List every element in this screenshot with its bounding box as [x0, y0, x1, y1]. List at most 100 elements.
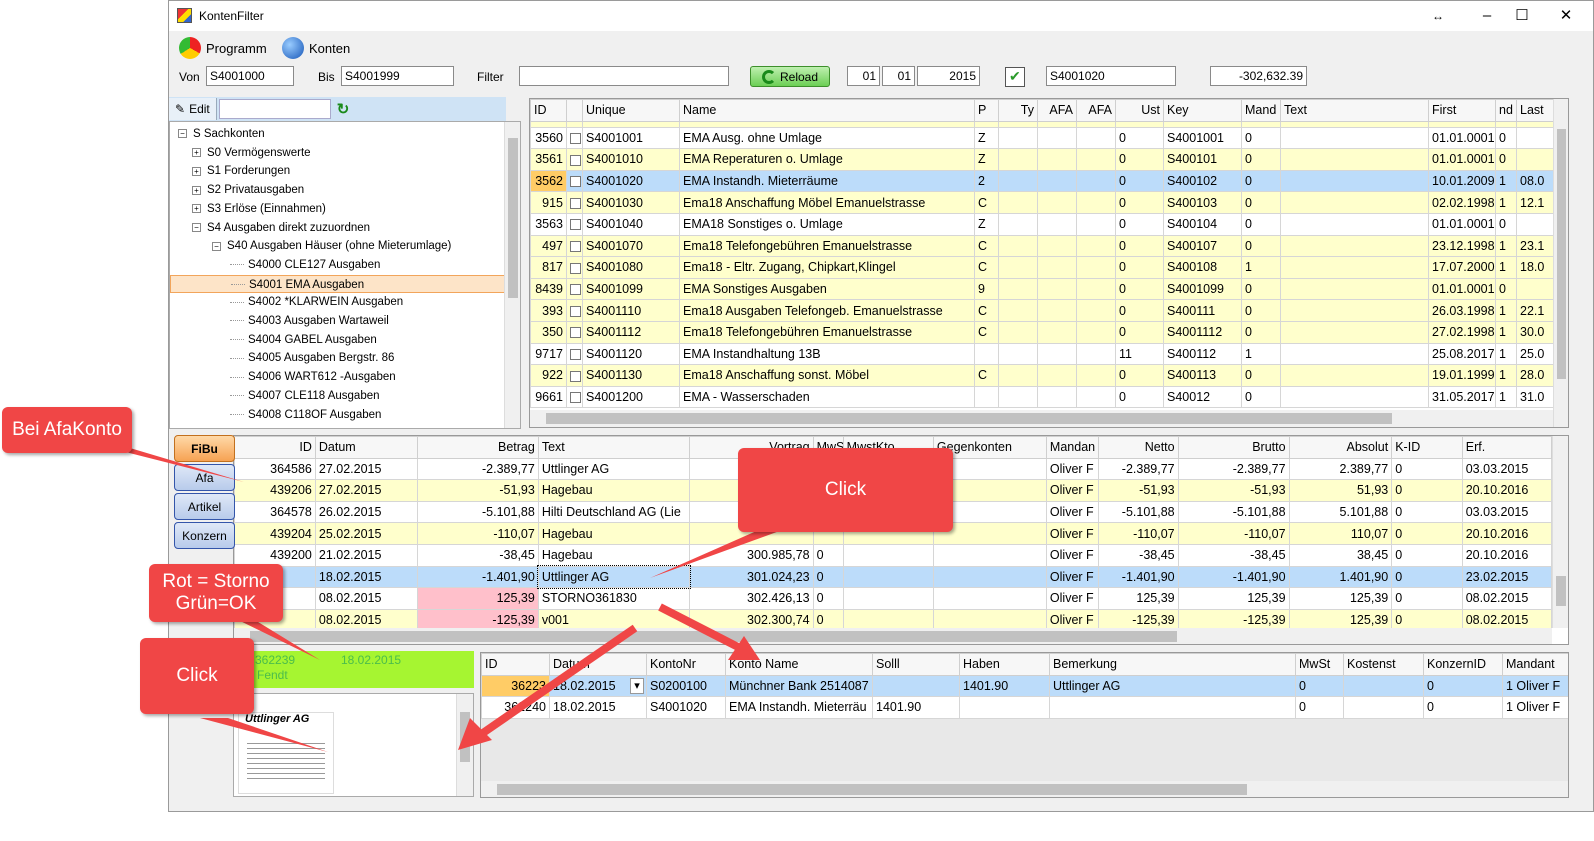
table-cell[interactable]	[1076, 234, 1116, 258]
resize-icon[interactable]: ↔	[1426, 6, 1450, 26]
table-cell[interactable]: S4001001	[582, 126, 680, 150]
table-cell[interactable]: 0	[1115, 385, 1164, 409]
table-cell[interactable]: 5.101,88	[1288, 500, 1393, 524]
table-cell[interactable]: 3563	[530, 212, 567, 236]
day-input[interactable]: 01	[847, 66, 880, 86]
table-cell[interactable]	[932, 587, 1047, 610]
table-cell[interactable]: 20.10.2016	[1461, 479, 1553, 502]
table-cell[interactable]	[1280, 364, 1429, 387]
table-cell[interactable]	[1076, 385, 1116, 409]
table-cell[interactable]: 30.0	[1516, 320, 1554, 344]
table-cell[interactable]: 9	[974, 277, 999, 301]
row-checkbox[interactable]	[570, 305, 581, 317]
table-cell[interactable]: 393	[530, 299, 567, 322]
table-row[interactable]: 3560 S4001001 EMA Ausg. ohne Umlage Z 0 S4001…	[530, 126, 1554, 150]
table-cell[interactable]: 1	[1495, 299, 1517, 322]
collapse-icon[interactable]: −	[192, 222, 201, 232]
table-cell[interactable]: 1	[1241, 256, 1281, 279]
table-cell[interactable]: S4001010	[582, 148, 680, 171]
table-cell[interactable]: 1	[1495, 385, 1517, 409]
table-cell[interactable]: 28.0	[1516, 364, 1554, 387]
table-cell[interactable]: 2.389,77	[1288, 457, 1393, 481]
tree-node[interactable]: S4003 Ausgaben Wartaweil	[230, 312, 389, 330]
bookings-header[interactable]: Text	[537, 436, 691, 459]
table-cell[interactable]	[998, 385, 1038, 409]
table-cell[interactable]: Uttlinger AG	[537, 565, 691, 589]
row-checkbox[interactable]	[570, 133, 581, 145]
table-cell[interactable]: S400113	[1163, 364, 1242, 387]
bookings-header[interactable]: Betrag	[416, 436, 539, 459]
table-cell[interactable]: 915	[530, 191, 567, 214]
table-cell[interactable]: 0	[1241, 169, 1281, 193]
table-cell[interactable]	[1076, 320, 1116, 344]
menu-programm[interactable]: Programm	[179, 37, 267, 59]
table-cell[interactable]	[566, 320, 583, 344]
document-preview[interactable]: Uttlinger AG	[233, 693, 474, 797]
table-cell[interactable]: -51,93	[1177, 479, 1290, 502]
table-cell[interactable]	[1037, 320, 1077, 344]
table-cell[interactable]: 0	[1115, 234, 1164, 258]
table-cell[interactable]: 25.0	[1516, 342, 1554, 366]
table-cell[interactable]	[998, 191, 1038, 214]
table-cell[interactable]: 21.02.2015	[314, 543, 418, 567]
table-cell[interactable]: 364578	[234, 500, 316, 524]
table-cell[interactable]: 2	[974, 169, 999, 193]
table-row[interactable]: 439200 21.02.2015 -38,45 Hagebau 300.985,78 0…	[234, 543, 1553, 567]
table-cell[interactable]: S400107	[1163, 234, 1242, 258]
bookings-header[interactable]: K-ID	[1391, 436, 1463, 459]
table-cell[interactable]: EMA18 Sonstiges o. Umlage	[679, 212, 975, 236]
table-cell[interactable]: 08.0	[1516, 169, 1554, 193]
table-cell[interactable]: -2.389,77	[1177, 457, 1290, 481]
table-cell[interactable]: 439200	[234, 543, 316, 567]
row-checkbox[interactable]	[570, 219, 581, 231]
table-cell[interactable]	[1076, 342, 1116, 366]
table-cell[interactable]: -5.101,88	[1097, 500, 1179, 524]
table-cell[interactable]: 23.12.1998	[1428, 234, 1496, 258]
table-cell[interactable]: 0	[1423, 696, 1503, 719]
table-row[interactable]: 393 S4001110 Ema18 Ausgaben Telefongeb. Em…	[530, 299, 1554, 322]
table-cell[interactable]	[932, 565, 1047, 589]
table-cell[interactable]: 1	[1495, 256, 1517, 279]
table-cell[interactable]: S4001112	[1163, 320, 1242, 344]
table-cell[interactable]: 0	[1241, 191, 1281, 214]
table-cell[interactable]: 1401.90	[959, 674, 1050, 698]
table-cell[interactable]: 0	[1295, 696, 1344, 719]
table-cell[interactable]: 301.024,23	[689, 565, 814, 589]
table-cell[interactable]: 01.01.0001	[1428, 212, 1496, 236]
table-cell[interactable]	[932, 543, 1047, 567]
table-cell[interactable]	[1280, 277, 1429, 301]
calendar-icon[interactable]	[1005, 67, 1025, 87]
table-cell[interactable]	[1037, 385, 1077, 409]
table-cell[interactable]: 19.01.1999	[1428, 364, 1496, 387]
table-cell[interactable]	[566, 169, 583, 193]
table-cell[interactable]	[1037, 256, 1077, 279]
table-cell[interactable]	[566, 126, 583, 150]
preview-vscroll[interactable]	[456, 694, 473, 796]
table-cell[interactable]: S4001112	[582, 320, 680, 344]
table-cell[interactable]	[566, 342, 583, 366]
table-cell[interactable]	[566, 148, 583, 171]
table-cell[interactable]	[842, 543, 934, 567]
tab-fibu[interactable]: FiBu	[174, 435, 235, 462]
table-cell[interactable]	[1037, 148, 1077, 171]
table-cell[interactable]: 1	[1495, 364, 1517, 387]
table-cell[interactable]: 1	[1241, 342, 1281, 366]
table-cell[interactable]	[1076, 169, 1116, 193]
table-cell[interactable]	[1076, 191, 1116, 214]
table-cell[interactable]: S4001001	[1163, 126, 1242, 150]
table-cell[interactable]: 26.03.1998	[1428, 299, 1496, 322]
table-cell[interactable]	[998, 277, 1038, 301]
table-cell[interactable]	[974, 385, 999, 409]
table-cell[interactable]: S4001110	[582, 299, 680, 322]
table-cell[interactable]: EMA Sonstiges Ausgaben	[679, 277, 975, 301]
table-cell[interactable]	[998, 148, 1038, 171]
table-cell[interactable]: Ema18 Anschaffung Möbel Emanuelstrasse	[679, 191, 975, 214]
table-cell[interactable]: 0	[1241, 234, 1281, 258]
table-cell[interactable]: 125,39	[1097, 587, 1179, 610]
table-cell[interactable]: 0	[1391, 522, 1463, 545]
table-cell[interactable]: 0	[1115, 277, 1164, 301]
table-cell[interactable]: 25.08.2017	[1428, 342, 1496, 366]
tree-node[interactable]: − S4 Ausgaben direkt zuzuordnen	[192, 219, 370, 237]
table-cell[interactable]: 110,07	[1288, 522, 1393, 545]
table-cell[interactable]: Uttlinger AG	[537, 457, 691, 481]
